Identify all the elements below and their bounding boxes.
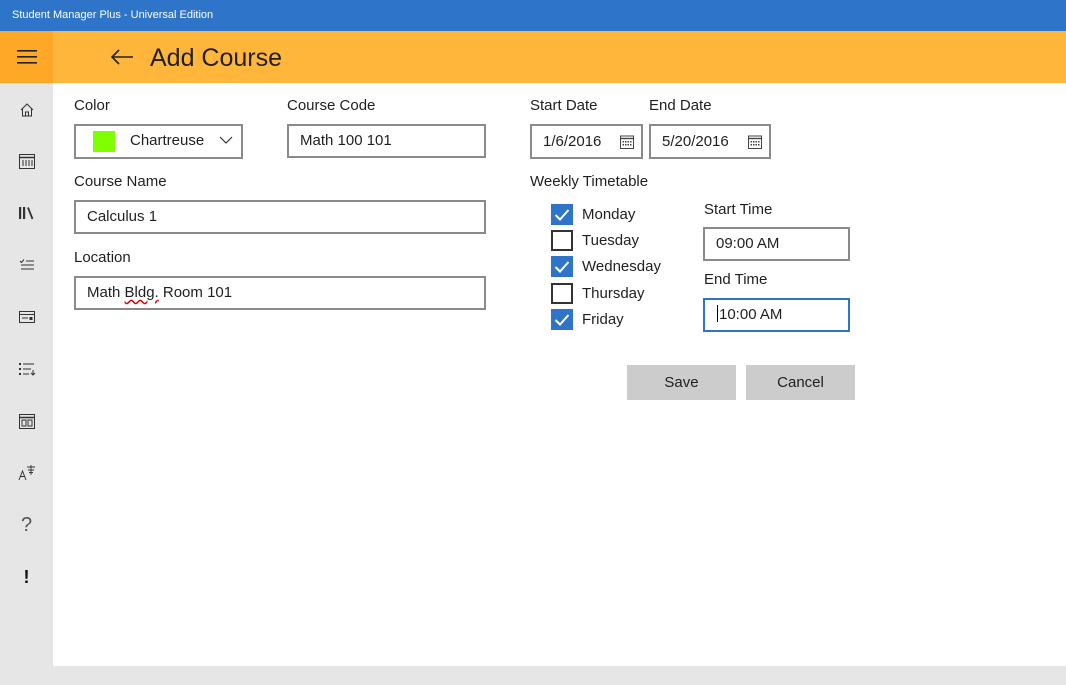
end-date-picker[interactable]: 5/20/2016	[649, 124, 771, 159]
chevron-down-icon	[219, 136, 233, 144]
language-icon	[18, 465, 35, 481]
end-time-label: End Time	[704, 271, 768, 288]
home-icon	[20, 103, 33, 117]
location-text-prefix: Math	[87, 284, 125, 301]
sidebar-item-language[interactable]	[12, 458, 41, 488]
app-header: Add Course	[0, 31, 1066, 83]
course-name-input[interactable]: Calculus 1	[74, 200, 486, 234]
color-dropdown[interactable]: Chartreuse	[74, 124, 243, 159]
library-icon	[18, 207, 33, 220]
course-code-label: Course Code	[287, 97, 376, 114]
start-time-input[interactable]: 09:00 AM	[703, 227, 850, 261]
checkbox[interactable]	[551, 230, 573, 251]
location-text-suffix: Room 101	[158, 284, 233, 301]
location-input[interactable]: Math Bldg. Room 101	[74, 276, 486, 310]
checkbox[interactable]	[551, 204, 573, 225]
card-icon	[18, 311, 35, 323]
hamburger-icon	[16, 50, 37, 64]
checkmark-icon	[554, 208, 570, 221]
hamburger-button[interactable]	[0, 31, 53, 83]
sidebar-item-card[interactable]	[12, 302, 41, 332]
save-button[interactable]: Save	[627, 365, 736, 400]
bottom-strip	[53, 666, 1066, 685]
page-title: Add Course	[150, 44, 283, 72]
location-misspelled-word: Bldg.	[124, 284, 159, 301]
window-title: Student Manager Plus - Universal Edition	[0, 0, 1066, 31]
main-content	[53, 83, 1066, 666]
calendar-icon	[620, 135, 634, 149]
course-name-label: Course Name	[74, 173, 167, 190]
sidebar-item-library[interactable]	[12, 198, 41, 228]
course-code-input[interactable]: Math 100 101	[287, 124, 486, 158]
calendar-icon	[748, 135, 762, 149]
color-swatch	[93, 131, 115, 152]
day-label: Friday	[582, 311, 624, 328]
checkmark-icon	[554, 313, 570, 326]
calendar-icon	[18, 154, 35, 169]
color-value: Chartreuse	[130, 132, 205, 149]
start-date-label: Start Date	[530, 97, 598, 114]
day-label: Monday	[582, 206, 636, 223]
back-button[interactable]	[108, 43, 136, 71]
checkbox[interactable]	[551, 309, 573, 330]
start-date-value: 1/6/2016	[543, 133, 602, 150]
checkbox[interactable]	[551, 256, 573, 277]
sidebar-item-timetable[interactable]	[12, 406, 41, 436]
text-caret	[717, 305, 718, 322]
sidebar-item-home[interactable]	[12, 95, 41, 125]
weekly-timetable-label: Weekly Timetable	[530, 173, 649, 190]
checklist-icon	[19, 259, 34, 270]
start-time-label: Start Time	[704, 201, 773, 218]
color-label: Color	[74, 97, 110, 114]
checkmark-icon	[554, 260, 570, 273]
help-icon[interactable]: ?	[12, 510, 41, 540]
sidebar: ? !	[0, 83, 53, 685]
end-date-value: 5/20/2016	[662, 133, 729, 150]
end-time-input[interactable]: 10:00 AM	[703, 298, 850, 332]
checkbox[interactable]	[551, 283, 573, 304]
sidebar-item-calendar[interactable]	[12, 146, 41, 176]
location-label: Location	[74, 249, 131, 266]
sidebar-item-checklist[interactable]	[12, 250, 41, 280]
alert-icon[interactable]: !	[12, 562, 41, 592]
end-date-label: End Date	[649, 97, 712, 114]
day-label: Tuesday	[582, 232, 639, 249]
cancel-button[interactable]: Cancel	[746, 365, 855, 400]
day-label: Thursday	[582, 285, 645, 302]
sidebar-item-list[interactable]	[12, 354, 41, 384]
day-label: Wednesday	[582, 258, 661, 275]
timetable-icon	[18, 414, 35, 429]
list-icon	[18, 363, 35, 376]
end-time-value: 10:00 AM	[719, 306, 783, 323]
back-arrow-icon	[110, 49, 133, 65]
start-date-picker[interactable]: 1/6/2016	[530, 124, 643, 159]
